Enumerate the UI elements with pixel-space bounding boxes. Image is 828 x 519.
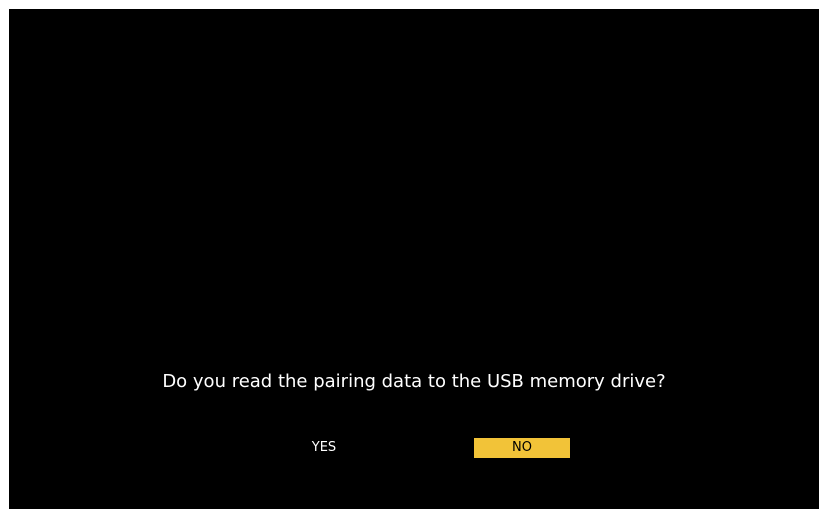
no-button[interactable]: NO bbox=[474, 438, 570, 458]
projector-screen: Do you read the pairing data to the USB … bbox=[9, 9, 819, 509]
yes-button[interactable]: YES bbox=[276, 438, 372, 458]
dialog-question: Do you read the pairing data to the USB … bbox=[162, 371, 666, 392]
